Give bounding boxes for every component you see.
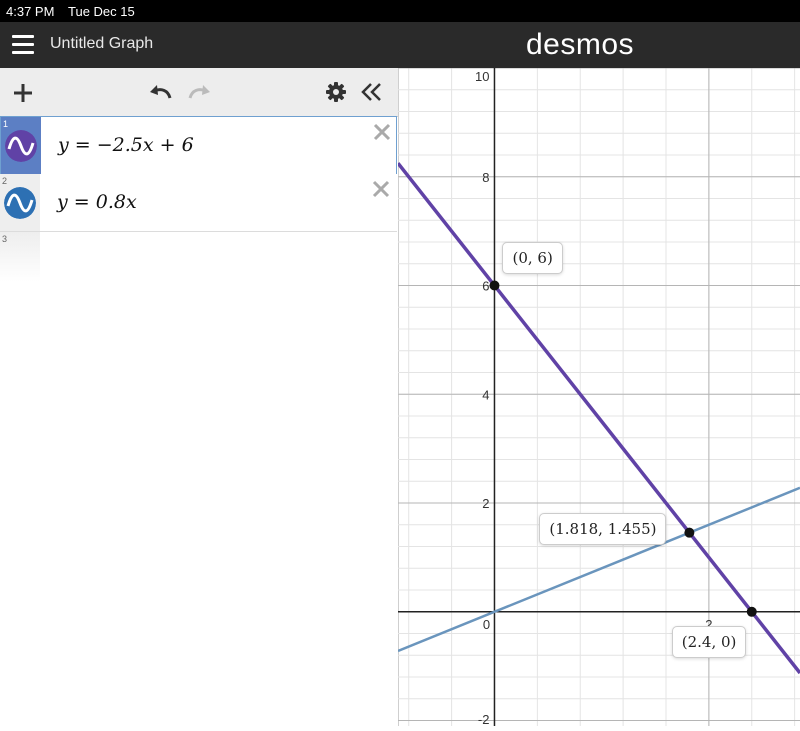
expression-row-3[interactable]: 3 xyxy=(0,232,397,282)
expression-input[interactable]: y = 0.8x xyxy=(57,191,137,213)
y-tick-label: -2 xyxy=(478,712,490,726)
top-bar: Untitled Graph desmos xyxy=(0,22,800,68)
graph-color-icon[interactable] xyxy=(5,130,37,162)
plus-icon[interactable] xyxy=(12,82,34,104)
expression-index: 2 xyxy=(2,176,8,186)
expression-gutter[interactable]: 1 xyxy=(1,117,41,174)
labeled-point xyxy=(684,527,695,538)
point-label[interactable]: (0, 6) xyxy=(502,241,563,274)
close-icon[interactable] xyxy=(370,178,392,200)
gear-icon[interactable] xyxy=(325,81,347,103)
expression-gutter[interactable]: 2 xyxy=(0,174,40,231)
status-date: Tue Dec 15 xyxy=(68,4,135,19)
expression-list-panel: 1 y = −2.5x + 6 2 y = 0.8x 3 xyxy=(0,68,399,726)
expression-row-1[interactable]: 1 y = −2.5x + 6 xyxy=(0,116,397,175)
double-chevron-left-icon[interactable] xyxy=(360,81,384,103)
y-tick-label: 6 xyxy=(482,279,489,294)
status-bar: 4:37 PM Tue Dec 15 xyxy=(0,0,800,22)
expression-toolbar xyxy=(0,68,398,117)
status-time: 4:37 PM xyxy=(6,4,55,19)
point-label[interactable]: (2.4, 0) xyxy=(671,625,747,658)
point-label[interactable]: (1.818, 1.455) xyxy=(539,512,667,545)
y-tick-label: 8 xyxy=(482,170,489,185)
expression-index: 3 xyxy=(2,234,8,244)
expression-row-2[interactable]: 2 y = 0.8x xyxy=(0,174,397,232)
series-line-1 xyxy=(396,162,800,675)
y-tick-label: 4 xyxy=(482,387,489,402)
close-icon[interactable] xyxy=(371,121,393,143)
y-tick-label: 10 xyxy=(475,69,489,84)
y-tick-label: 2 xyxy=(482,496,489,511)
graph-paper[interactable]: 024108642-2 (0, 6)(1.818, 1.455)(2.4, 0) xyxy=(396,67,800,731)
redo-icon[interactable] xyxy=(186,81,212,103)
labeled-point xyxy=(746,606,757,617)
expression-input[interactable]: y = −2.5x + 6 xyxy=(58,134,194,156)
labeled-point xyxy=(489,280,500,291)
graph-color-icon[interactable] xyxy=(4,187,36,219)
expression-gutter: 3 xyxy=(0,232,40,282)
desmos-logo: desmos xyxy=(525,28,635,61)
undo-icon[interactable] xyxy=(148,81,174,103)
expression-index: 1 xyxy=(3,119,9,129)
x-tick-label: 0 xyxy=(483,617,490,632)
